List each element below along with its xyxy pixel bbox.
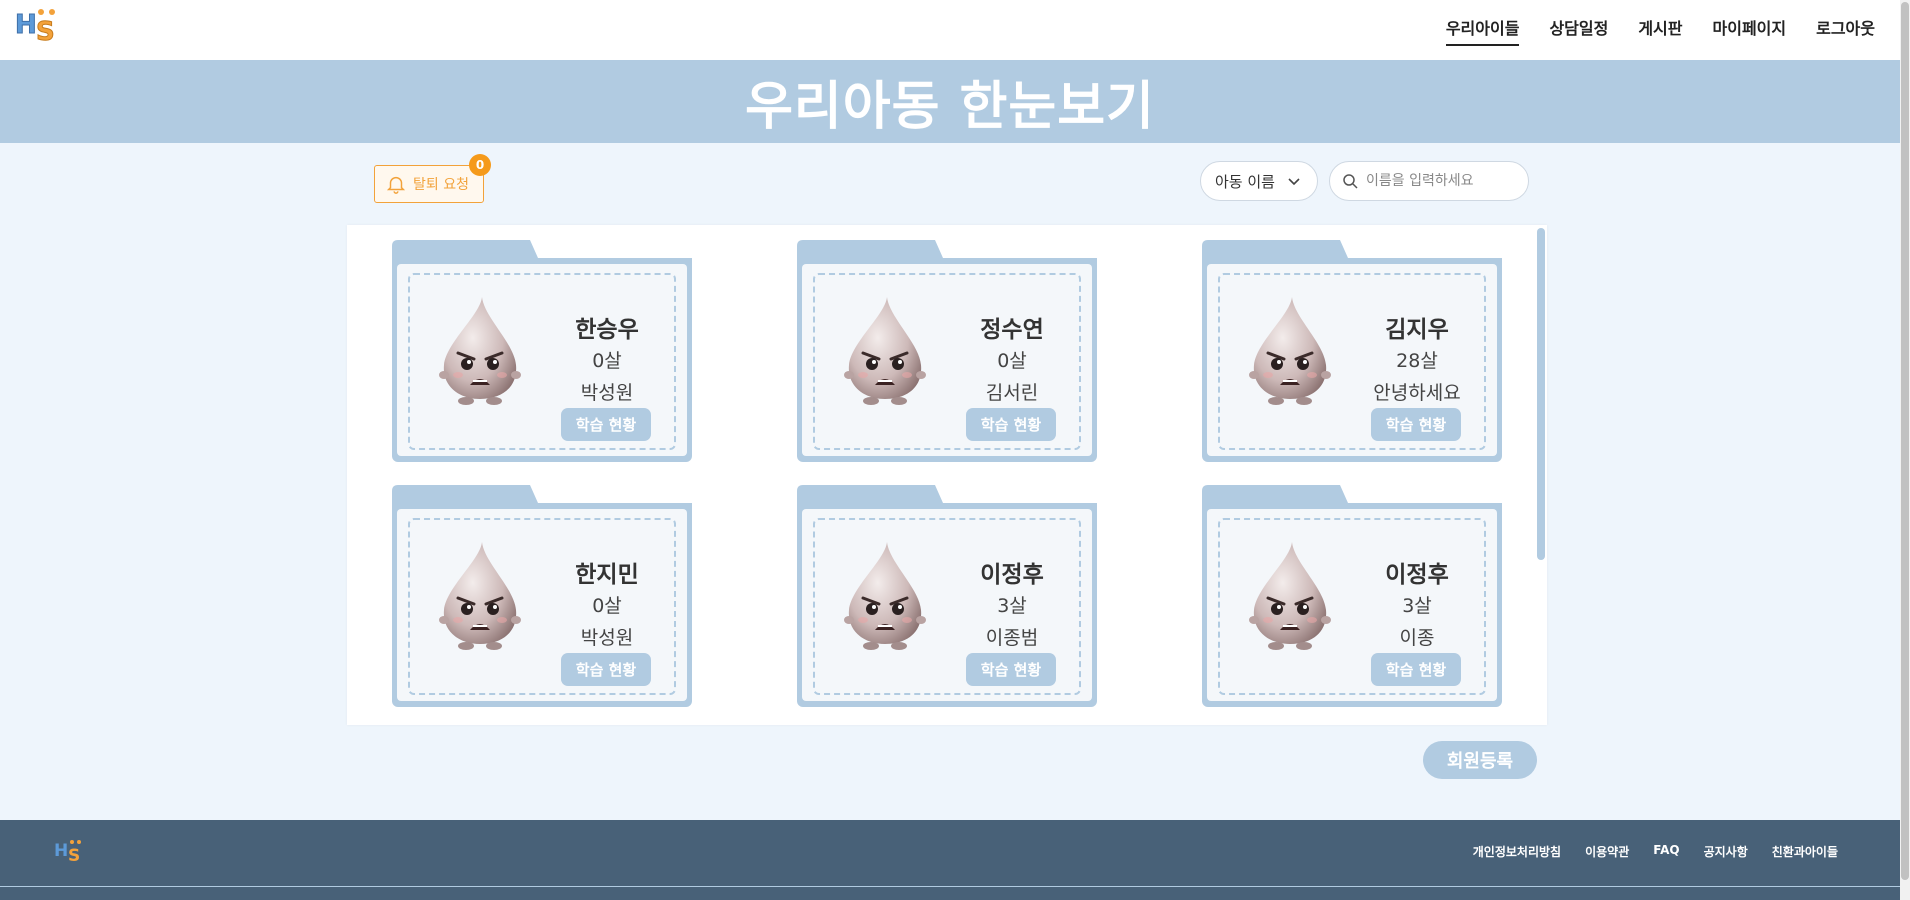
child-card: 김지우 28살 안녕하세요 학습 현황 [1202, 240, 1502, 462]
child-name: 한승우 [575, 317, 639, 343]
child-age: 3살 [1402, 595, 1432, 617]
nav-logout[interactable]: 로그아웃 [1801, 0, 1890, 60]
window-scrollbar-thumb[interactable] [1901, 2, 1909, 880]
study-status-button[interactable]: 학습 현황 [561, 653, 651, 686]
footer-link-privacy[interactable]: 개인정보처리방침 [1461, 843, 1573, 860]
svg-text:H: H [15, 10, 37, 40]
footer-link-notice[interactable]: 공지사항 [1692, 843, 1760, 860]
child-age: 0살 [592, 350, 622, 372]
child-card: 정수연 0살 김서린 학습 현황 [797, 240, 1097, 462]
child-age: 28살 [1396, 350, 1438, 372]
child-name: 한지민 [575, 562, 639, 588]
footer-link-about[interactable]: 친환과아이들 [1760, 843, 1850, 860]
panel-scrollbar-thumb[interactable] [1537, 228, 1545, 560]
child-parent-name: 이종범 [985, 627, 1039, 649]
footer-divider [0, 886, 1900, 887]
svg-text:S: S [36, 17, 55, 46]
child-name: 이정후 [980, 562, 1044, 588]
page-banner: 우리아동 한눈보기 [0, 60, 1900, 143]
child-parent-name: 이종 [1399, 627, 1435, 649]
nav-counseling-schedule[interactable]: 상담일정 [1534, 0, 1623, 60]
mascot-drop-icon [844, 542, 926, 650]
footer-logo-icon[interactable]: H S [54, 838, 84, 864]
child-age: 0살 [997, 350, 1027, 372]
child-name: 정수연 [980, 317, 1044, 343]
mascot-drop-icon [439, 542, 521, 650]
mascot-drop-icon [1249, 542, 1331, 650]
child-age: 0살 [592, 595, 622, 617]
study-status-button[interactable]: 학습 현황 [1371, 408, 1461, 441]
footer-link-faq[interactable]: FAQ [1641, 843, 1691, 860]
hs-logo-icon[interactable]: H S [14, 6, 60, 46]
withdraw-count-badge: 0 [469, 154, 491, 176]
child-card: 한승우 0살 박성원 학습 현황 [392, 240, 692, 462]
study-status-button[interactable]: 학습 현황 [561, 408, 651, 441]
search-box [1329, 161, 1529, 201]
child-card: 이정후 3살 이종범 학습 현황 [797, 485, 1097, 707]
page-title: 우리아동 한눈보기 [745, 77, 1155, 137]
search-input[interactable] [1366, 173, 1516, 189]
mascot-drop-icon [439, 297, 521, 405]
withdraw-request-label: 탈퇴 요청 [413, 177, 469, 193]
child-card: 한지민 0살 박성원 학습 현황 [392, 485, 692, 707]
footer-links: 개인정보처리방침 이용약관 FAQ 공지사항 친환과아이들 [1461, 843, 1850, 860]
child-card: 이정후 3살 이종 학습 현황 [1202, 485, 1502, 707]
child-age: 3살 [997, 595, 1027, 617]
search-filter-select[interactable]: 아동 이름 [1200, 161, 1318, 201]
child-parent-name: 박성원 [580, 382, 634, 404]
study-status-button[interactable]: 학습 현황 [1371, 653, 1461, 686]
child-parent-name: 박성원 [580, 627, 634, 649]
child-parent-name: 김서린 [985, 382, 1039, 404]
chevron-down-icon [1288, 178, 1300, 186]
mascot-drop-icon [844, 297, 926, 405]
footer: H S 개인정보처리방침 이용약관 FAQ 공지사항 친환과아이들 [0, 820, 1900, 900]
svg-text:S: S [68, 846, 80, 864]
child-name: 이정후 [1385, 562, 1449, 588]
nav-board[interactable]: 게시판 [1623, 0, 1697, 60]
withdraw-request-button[interactable]: 탈퇴 요청 [374, 165, 484, 203]
mascot-drop-icon [1249, 297, 1331, 405]
child-name: 김지우 [1385, 317, 1449, 343]
nav-our-children[interactable]: 우리아이들 [1431, 0, 1535, 60]
footer-link-terms[interactable]: 이용약관 [1573, 843, 1641, 860]
svg-text:H: H [54, 841, 68, 861]
top-header: H S 우리아이들 상담일정 게시판 마이페이지 로그아웃 [0, 0, 1900, 60]
study-status-button[interactable]: 학습 현황 [966, 653, 1056, 686]
main-nav: 우리아이들 상담일정 게시판 마이페이지 로그아웃 [1431, 0, 1890, 60]
search-filter-value: 아동 이름 [1215, 172, 1275, 191]
child-parent-name: 안녕하세요 [1373, 382, 1461, 404]
study-status-button[interactable]: 학습 현황 [966, 408, 1056, 441]
search-icon [1343, 174, 1358, 189]
bell-icon [386, 176, 406, 194]
nav-my-page[interactable]: 마이페이지 [1698, 0, 1802, 60]
register-member-button[interactable]: 회원등록 [1423, 741, 1537, 779]
